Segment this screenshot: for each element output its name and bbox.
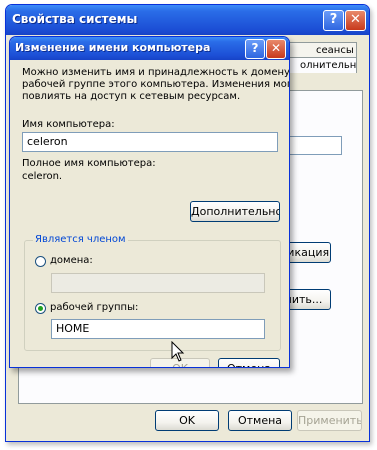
computer-name-dialog: Изменение имени компьютера ? ✕ Можно изм… bbox=[9, 36, 290, 368]
cancel-button[interactable]: Отмена bbox=[228, 410, 292, 431]
description-line-2: рабочей группе этого компьютера. Изменен… bbox=[22, 79, 290, 90]
computer-name-input[interactable]: celeron bbox=[22, 132, 278, 152]
dialog-title: Изменение имени компьютера bbox=[15, 41, 211, 54]
tab-advanced[interactable]: олнительно bbox=[289, 57, 357, 73]
tab-remote-label: сеансы bbox=[316, 45, 354, 56]
workgroup-radio[interactable] bbox=[35, 303, 46, 314]
description-line-3: повлиять на доступ к сетевым ресурсам. bbox=[22, 91, 241, 102]
domain-input[interactable] bbox=[51, 273, 265, 293]
tab-remote[interactable]: сеансы bbox=[289, 42, 357, 57]
member-of-legend: Является членом bbox=[33, 234, 128, 245]
full-name-label: Полное имя компьютера: bbox=[22, 158, 156, 169]
workgroup-label: рабочей группы: bbox=[50, 302, 139, 313]
more-button[interactable]: Дополнительно... bbox=[190, 201, 280, 222]
description-field[interactable] bbox=[289, 136, 342, 155]
dialog-close-icon[interactable]: ✕ bbox=[266, 39, 286, 59]
dialog-help-icon[interactable]: ? bbox=[245, 39, 265, 59]
description-line-1: Можно изменить имя и принадлежность к до… bbox=[22, 67, 290, 78]
system-properties-titlebar[interactable]: Свойства системы ? ✕ bbox=[6, 5, 369, 35]
ok-button[interactable]: OK bbox=[155, 410, 219, 431]
computer-name-dialog-titlebar[interactable]: Изменение имени компьютера ? ✕ bbox=[10, 37, 289, 60]
help-icon[interactable]: ? bbox=[323, 10, 344, 31]
dialog-body: Можно изменить имя и принадлежность к до… bbox=[14, 60, 289, 367]
dialog-cancel-button[interactable]: Отмена bbox=[218, 358, 280, 367]
computer-name-label: Имя компьютера: bbox=[22, 119, 115, 130]
full-name-value: celeron. bbox=[22, 171, 63, 182]
domain-radio[interactable] bbox=[35, 256, 46, 267]
workgroup-input[interactable]: HOME bbox=[51, 319, 265, 339]
apply-button[interactable]: Применить bbox=[297, 410, 362, 431]
tab-advanced-label: олнительно bbox=[300, 60, 357, 71]
system-properties-title: Свойства системы bbox=[12, 12, 138, 26]
member-of-group: Является членом домена: рабочей группы: … bbox=[24, 234, 281, 351]
mouse-cursor-icon bbox=[171, 341, 185, 362]
domain-label: домена: bbox=[50, 255, 93, 266]
close-icon[interactable]: ✕ bbox=[345, 10, 366, 31]
